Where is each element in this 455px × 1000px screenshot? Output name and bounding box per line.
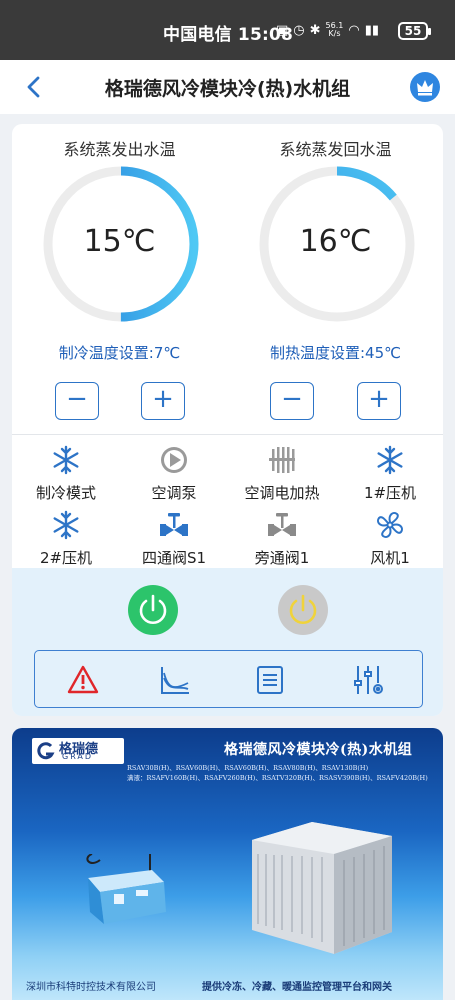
fan-icon [377, 512, 403, 538]
device-cooling-mode[interactable]: 制冷模式 [12, 444, 120, 503]
gateway-device-image [86, 854, 166, 924]
tool-bar [34, 650, 423, 708]
control-card: 系统蒸发出水温 15℃ 制冷温度设置:7℃ 系统蒸发回水温 16℃ 制热温度设置… [12, 124, 443, 716]
net-speed: 56.1 K/s [325, 21, 344, 38]
power-icon [139, 594, 167, 624]
chiller-unit-image [252, 822, 392, 954]
nfc-icon: ▣ [276, 22, 289, 38]
chart-icon[interactable] [158, 663, 192, 697]
bluetooth-icon: ✱ [309, 22, 321, 38]
banner-footer: 深圳市科特时控技术有限公司 提供冷冻、冷藏、暖通监控管理平台和网关 [12, 972, 443, 1000]
device-ac-pump[interactable]: 空调泵 [120, 444, 228, 503]
banner-title: 格瑞德风冷模块冷(热)水机组 [224, 742, 413, 758]
snowflake-icon [53, 445, 79, 475]
device-compressor-1[interactable]: 1#压机 [336, 444, 443, 503]
gauge-title: 系统蒸发出水温 [63, 140, 176, 159]
device-bypass-valve[interactable]: 旁通阀1 [228, 509, 336, 568]
snowflake-icon [53, 510, 79, 540]
cooling-minus-button[interactable]: − [55, 382, 99, 420]
settings-sliders-icon[interactable] [351, 663, 385, 697]
signal-icon: ▮▮ [364, 22, 380, 38]
control-panel [12, 568, 443, 716]
valve-icon [268, 513, 296, 536]
gauge-outlet-temp: 系统蒸发出水温 15℃ 制冷温度设置:7℃ [12, 124, 227, 424]
alarm-icon[interactable] [66, 663, 100, 697]
pump-icon [161, 447, 187, 473]
product-banner[interactable]: 格瑞德 GRAD 格瑞德风冷模块冷(热)水机组 RSAV30B(H)、RSAV6… [12, 728, 443, 1000]
crown-icon[interactable] [410, 72, 440, 102]
page-title: 格瑞德风冷模块冷(热)水机组 [104, 78, 351, 100]
gauge-return-temp: 系统蒸发回水温 16℃ 制热温度设置:45℃ [228, 124, 443, 424]
snowflake-icon [377, 445, 403, 475]
app-header: 格瑞德风冷模块冷(热)水机组 [0, 60, 455, 114]
device-four-way-valve[interactable]: 四通阀S1 [120, 509, 228, 568]
gauge-value: 16℃ [299, 224, 372, 259]
status-icons: ▣ ◷ ✱ 56.1 K/s ◠ ▮▮ [276, 22, 379, 38]
model-list: 满液：RSAFV160B(H)、RSAFV260B(H)、RSATV320B(H… [127, 774, 428, 782]
battery-indicator: 55 [398, 22, 431, 40]
heating-plus-button[interactable]: + [357, 382, 401, 420]
company-name: 深圳市科特时控技术有限公司 [26, 982, 156, 993]
logo-mark-icon [37, 742, 55, 760]
divider [12, 434, 443, 435]
heating-setpoint-label: 制热温度设置:45℃ [270, 344, 401, 362]
valve-icon [160, 513, 188, 536]
cooling-plus-button[interactable]: + [141, 382, 185, 420]
device-ac-heater[interactable]: 空调电加热 [228, 444, 336, 503]
heater-icon [269, 447, 295, 473]
heating-minus-button[interactable]: − [270, 382, 314, 420]
list-icon[interactable] [253, 663, 287, 697]
carrier-time: 中国电信 15:08 [163, 25, 294, 45]
content-area: 系统蒸发出水温 15℃ 制冷温度设置:7℃ 系统蒸发回水温 16℃ 制热温度设置… [0, 114, 455, 1000]
cooling-setpoint-label: 制冷温度设置:7℃ [58, 344, 181, 362]
power-off-button[interactable] [278, 585, 328, 635]
model-list: RSAV30B(H)、RSAV60B(H)、RSAV60B(H)、RSAV80B… [127, 764, 369, 772]
alarm-clock-icon: ◷ [293, 22, 305, 38]
gauge-value: 15℃ [83, 224, 156, 259]
status-bar: 中国电信 15:08 ▣ ◷ ✱ 56.1 K/s ◠ ▮▮ 55 [0, 0, 455, 60]
banner-slogan: 提供冷冻、冷藏、暖通监控管理平台和网关 [202, 982, 392, 993]
power-icon [289, 594, 317, 624]
gauge-title: 系统蒸发回水温 [279, 140, 392, 159]
wifi-icon: ◠ [348, 22, 360, 38]
device-compressor-2[interactable]: 2#压机 [12, 509, 120, 568]
device-fan-1[interactable]: 风机1 [336, 509, 443, 568]
brand-logo: 格瑞德 GRAD [32, 738, 124, 764]
power-on-button[interactable] [128, 585, 178, 635]
